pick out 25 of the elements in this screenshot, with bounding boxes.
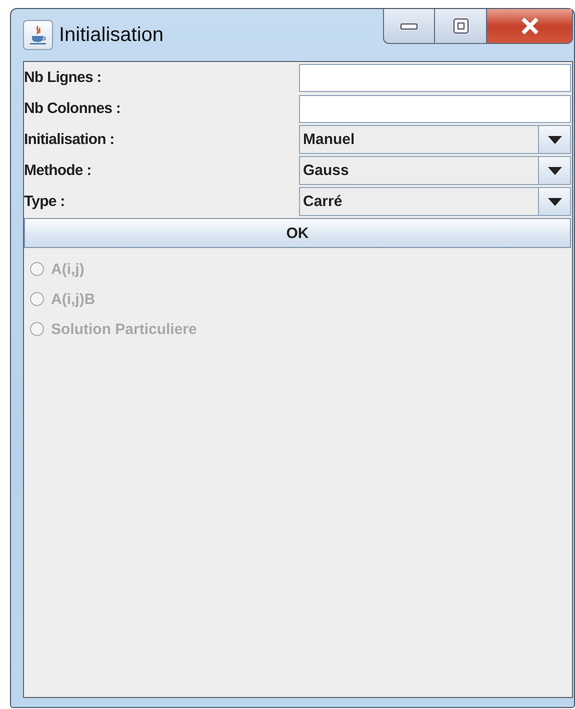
dropdown[interactable]: Carré xyxy=(299,187,571,216)
field-label: Nb Lignes : xyxy=(24,68,102,88)
minimize-button[interactable] xyxy=(383,9,435,44)
field-label: Methode : xyxy=(24,161,92,181)
dropdown-arrow-icon[interactable] xyxy=(548,136,562,144)
text-field[interactable] xyxy=(299,64,571,92)
dropdown[interactable]: Manuel xyxy=(299,125,571,154)
field-label: Initialisation : xyxy=(24,130,116,150)
minimize-icon xyxy=(400,22,418,30)
dropdown-arrow-icon[interactable] xyxy=(548,198,562,206)
close-icon xyxy=(518,17,540,35)
dropdown-arrow-icon[interactable] xyxy=(548,166,562,174)
field-label: Nb Colonnes : xyxy=(24,99,122,119)
maximize-button[interactable] xyxy=(435,9,487,44)
window-title: Initialisation xyxy=(59,24,164,46)
cup-icon[interactable] xyxy=(23,20,53,50)
radio-label: A(i,j) xyxy=(51,260,84,278)
dropdown[interactable]: Gauss xyxy=(299,156,571,185)
maximize-icon xyxy=(452,18,468,34)
ok-button[interactable]: OK xyxy=(24,218,571,248)
field-label: Type : xyxy=(24,192,66,212)
close-button[interactable] xyxy=(487,9,573,44)
text-field[interactable] xyxy=(299,95,571,123)
radio-label: A(i,j)B xyxy=(51,290,96,308)
radio-label: Solution Particuliere xyxy=(51,320,197,338)
